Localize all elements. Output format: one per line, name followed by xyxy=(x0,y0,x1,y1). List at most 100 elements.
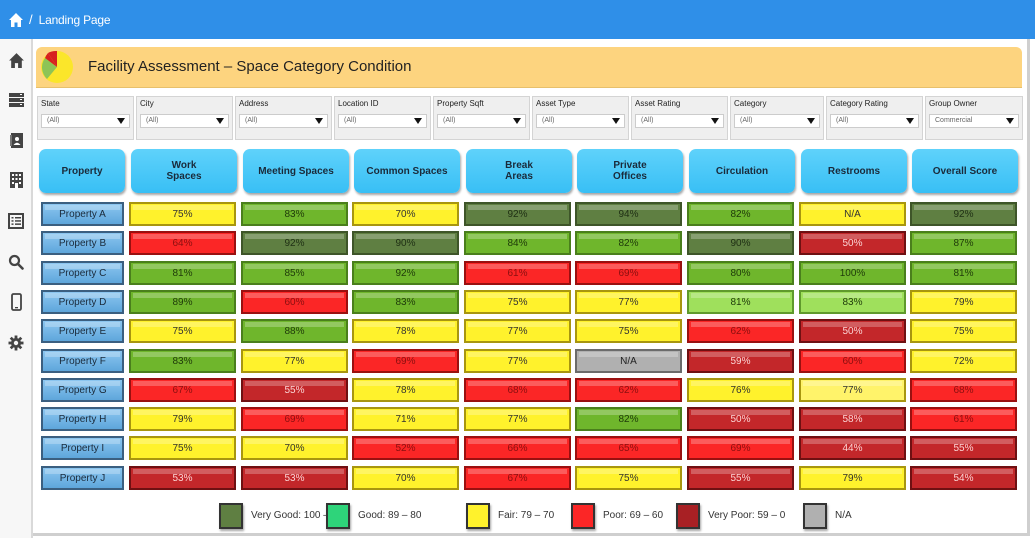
asset-type-dropdown[interactable]: (All) xyxy=(536,114,625,128)
column-header-property[interactable]: Property xyxy=(39,149,125,193)
score-cell: 71% xyxy=(352,407,459,431)
filter-group-owner: Group Owner Commercial xyxy=(925,96,1023,140)
score-cell: 87% xyxy=(910,231,1017,255)
column-header-restrooms[interactable]: Restrooms xyxy=(801,149,907,193)
legend-swatch-good xyxy=(326,503,350,529)
score-cell: 72% xyxy=(910,349,1017,373)
score-cell: 81% xyxy=(910,261,1017,285)
sidebar-item-data[interactable] xyxy=(6,90,26,110)
chevron-down-icon[interactable] xyxy=(216,118,224,124)
main-content: Facility Assessment – Space Category Con… xyxy=(33,39,1035,538)
score-cell: 70% xyxy=(352,466,459,490)
sidebar-item-search[interactable] xyxy=(6,252,26,272)
score-cell: 79% xyxy=(129,407,236,431)
legend-swatch-very-good xyxy=(219,503,243,529)
score-cell: 84% xyxy=(464,231,571,255)
state-dropdown[interactable]: (All) xyxy=(41,114,130,128)
score-cell: 75% xyxy=(464,290,571,314)
sidebar-item-home[interactable] xyxy=(6,50,26,70)
chevron-down-icon[interactable] xyxy=(906,118,914,124)
legend-swatch-poor xyxy=(571,503,595,529)
score-cell: 83% xyxy=(352,290,459,314)
category-dropdown[interactable]: (All) xyxy=(734,114,820,128)
breadcrumb-separator: / xyxy=(29,12,33,27)
property-button[interactable]: Property G xyxy=(41,378,124,402)
filter-label: Property Sqft xyxy=(437,99,484,108)
home-icon[interactable] xyxy=(8,12,24,28)
sidebar-item-lists[interactable] xyxy=(6,211,26,231)
property-button[interactable]: Property A xyxy=(41,202,124,226)
score-cell: 44% xyxy=(799,436,906,460)
breadcrumb-landing-page[interactable]: Landing Page xyxy=(39,13,111,27)
score-cell: 77% xyxy=(464,319,571,343)
column-header-break-areas[interactable]: Break Areas xyxy=(466,149,572,193)
asset-rating-dropdown[interactable]: (All) xyxy=(635,114,724,128)
score-cell: 79% xyxy=(799,466,906,490)
top-bar: / Landing Page xyxy=(0,0,1035,39)
chevron-down-icon[interactable] xyxy=(612,118,620,124)
score-cell: N/A xyxy=(575,349,682,373)
location-id-dropdown[interactable]: (All) xyxy=(338,114,427,128)
chevron-down-icon[interactable] xyxy=(513,118,521,124)
dropdown-value: (All) xyxy=(641,117,654,124)
column-header-common-spaces[interactable]: Common Spaces xyxy=(354,149,460,193)
filter-label: Asset Rating xyxy=(635,99,681,108)
filter-asset-type: Asset Type (All) xyxy=(532,96,629,140)
score-cell: 83% xyxy=(129,349,236,373)
score-cell: 78% xyxy=(352,319,459,343)
property-button[interactable]: Property I xyxy=(41,436,124,460)
score-cell: 69% xyxy=(575,261,682,285)
category-rating-dropdown[interactable]: (All) xyxy=(830,114,919,128)
chevron-down-icon[interactable] xyxy=(807,118,815,124)
chevron-down-icon[interactable] xyxy=(711,118,719,124)
filter-label: Category Rating xyxy=(830,99,888,108)
property-button[interactable]: Property E xyxy=(41,319,124,343)
property-button[interactable]: Property C xyxy=(41,261,124,285)
sidebar xyxy=(0,39,33,538)
chevron-down-icon[interactable] xyxy=(117,118,125,124)
chevron-down-icon[interactable] xyxy=(1006,118,1014,124)
city-dropdown[interactable]: (All) xyxy=(140,114,229,128)
sidebar-item-contacts[interactable] xyxy=(6,130,26,150)
building-icon xyxy=(9,172,23,188)
property-sqft-dropdown[interactable]: (All) xyxy=(437,114,526,128)
score-cell: 53% xyxy=(241,466,348,490)
legend-label-good: Good: 89 – 80 xyxy=(358,510,422,521)
property-button[interactable]: Property J xyxy=(41,466,124,490)
group-owner-dropdown[interactable]: Commercial xyxy=(929,114,1019,128)
sidebar-item-settings[interactable] xyxy=(6,333,26,353)
score-cell: 83% xyxy=(241,202,348,226)
sidebar-item-mobile[interactable] xyxy=(6,292,26,312)
score-cell: 88% xyxy=(241,319,348,343)
filter-label: State xyxy=(41,99,60,108)
score-cell: 62% xyxy=(687,319,794,343)
legend-label-na: N/A xyxy=(835,510,852,521)
dropdown-value: Commercial xyxy=(935,117,973,124)
score-cell: 75% xyxy=(129,319,236,343)
sidebar-item-buildings[interactable] xyxy=(6,170,26,190)
column-header-meeting-spaces[interactable]: Meeting Spaces xyxy=(243,149,349,193)
chevron-down-icon[interactable] xyxy=(315,118,323,124)
score-cell: 68% xyxy=(464,378,571,402)
score-cell: 50% xyxy=(687,407,794,431)
column-header-circulation[interactable]: Circulation xyxy=(689,149,795,193)
address-dropdown[interactable]: (All) xyxy=(239,114,328,128)
score-cell: 92% xyxy=(352,261,459,285)
score-cell: 83% xyxy=(799,290,906,314)
property-button[interactable]: Property D xyxy=(41,290,124,314)
filter-label: Asset Type xyxy=(536,99,576,108)
column-header-overall-score[interactable]: Overall Score xyxy=(912,149,1018,193)
property-button[interactable]: Property B xyxy=(41,231,124,255)
filter-location-id: Location ID (All) xyxy=(334,96,431,140)
legend: Very Good: 100 – 90 Good: 89 – 80 Fair: 79… xyxy=(33,502,1027,530)
chevron-down-icon[interactable] xyxy=(414,118,422,124)
column-header-work-spaces[interactable]: Work Spaces xyxy=(131,149,237,193)
search-icon xyxy=(8,254,24,270)
property-button[interactable]: Property F xyxy=(41,349,124,373)
score-cell: N/A xyxy=(799,202,906,226)
column-header-private-offices[interactable]: Private Offices xyxy=(577,149,683,193)
property-button[interactable]: Property H xyxy=(41,407,124,431)
score-cell: 65% xyxy=(575,436,682,460)
pie-chart-icon xyxy=(41,50,73,83)
score-cell: 58% xyxy=(799,407,906,431)
